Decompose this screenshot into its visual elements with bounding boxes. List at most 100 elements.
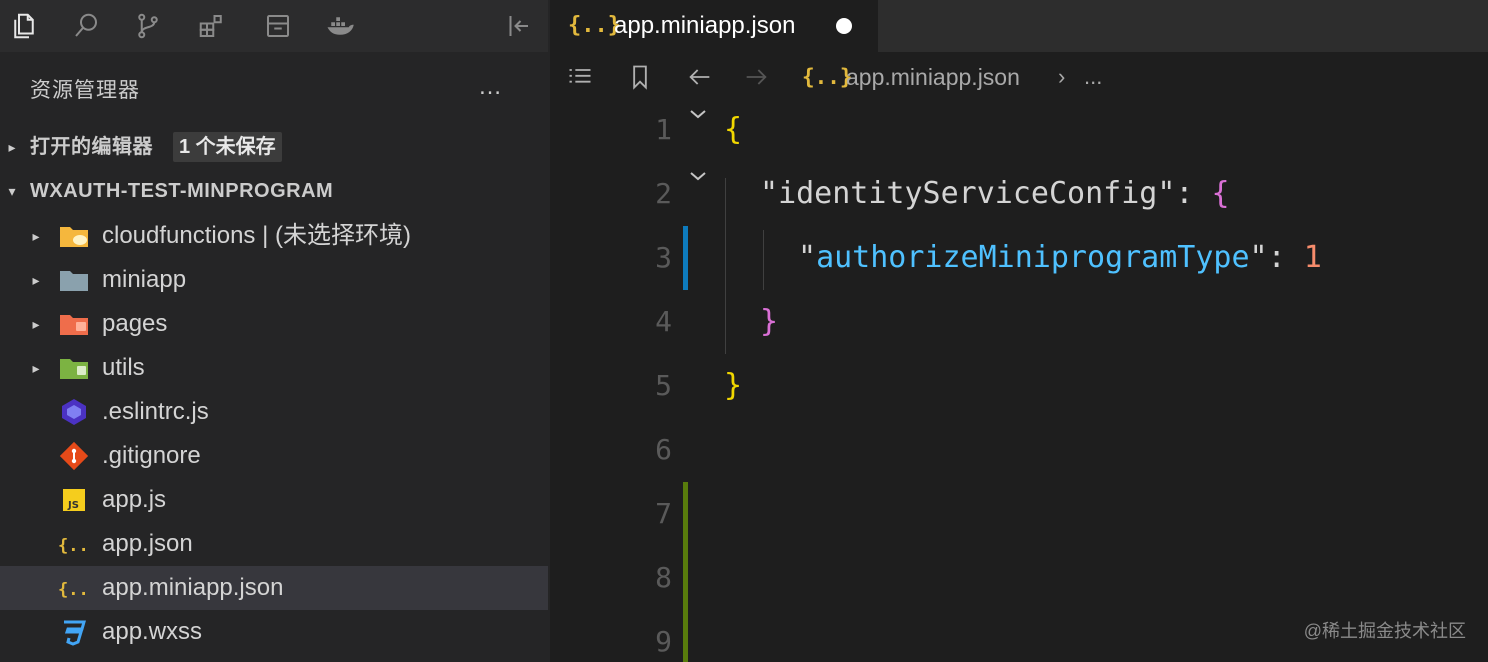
tree-item-gitignore[interactable]: .gitignore	[0, 434, 548, 478]
tree-item-label: app.json	[102, 530, 193, 557]
json-key: authorizeMiniprogramType	[816, 240, 1250, 275]
line-number: 6	[655, 433, 672, 466]
editor: {..} app.miniapp.json {..} app.miniapp.j…	[550, 0, 1488, 662]
chevron-right-icon: ▸	[32, 227, 40, 244]
workspace-label: WXAUTH-TEST-MINPROGRAM	[30, 180, 334, 202]
json-file-icon: {..}	[58, 529, 90, 559]
chevron-right-icon: ▸	[32, 315, 40, 332]
code-text: }	[760, 304, 779, 339]
pages-folder-icon	[58, 309, 90, 339]
line-number: 4	[655, 305, 672, 338]
tree-item-label: miniapp	[102, 266, 187, 293]
line-number: 3	[655, 241, 672, 274]
chevron-right-icon: ›	[1058, 64, 1066, 89]
tree-item-cloudfunctions[interactable]: ▸ cloudfunctions | (未选择环境)	[0, 214, 548, 258]
json-number: 1	[1303, 240, 1322, 275]
chevron-right-icon: ▸	[32, 359, 40, 376]
tree-item-miniapp[interactable]: ▸ miniapp	[0, 258, 548, 302]
more-actions-button[interactable]: …	[478, 72, 504, 102]
explorer-icon[interactable]	[4, 6, 44, 46]
activity-bar	[0, 0, 548, 52]
tree-item-app-wxss[interactable]: app.wxss	[0, 610, 548, 654]
code-line: 3 "authorizeMiniprogramType": 1	[550, 226, 1488, 290]
tree-item-eslintrc[interactable]: .eslintrc.js	[0, 390, 548, 434]
extensions-icon[interactable]	[192, 6, 232, 46]
fold-chevron-icon[interactable]	[686, 164, 710, 188]
code-text: "identityServiceConfig": {	[760, 176, 1230, 211]
tab-app-miniapp-json[interactable]: {..} app.miniapp.json	[550, 0, 878, 52]
line-number: 7	[655, 497, 672, 530]
js-file-icon: JS	[58, 485, 90, 515]
sidebar: 资源管理器 … ▸ 打开的编辑器 1 个未保存 ▾ WXAUTH-TEST-MI…	[0, 0, 548, 662]
code-line: 6	[550, 418, 1488, 482]
tree-item-app-js[interactable]: JS app.js	[0, 478, 548, 522]
tree-item-label: app.miniapp.json	[102, 574, 284, 601]
tree-item-pages[interactable]: ▸ pages	[0, 302, 548, 346]
explorer-title: 资源管理器	[30, 79, 140, 102]
code-line: 1 {	[550, 98, 1488, 162]
code-line: 5 }	[550, 354, 1488, 418]
tree-item-label: .gitignore	[102, 442, 201, 469]
workspace-section[interactable]: ▾ WXAUTH-TEST-MINPROGRAM	[0, 170, 548, 212]
line-number: 8	[655, 561, 672, 594]
remote-explorer-icon[interactable]	[258, 6, 298, 46]
svg-text:JS: JS	[67, 500, 79, 511]
line-number: 9	[655, 625, 672, 658]
svg-text:{..}: {..}	[58, 536, 90, 556]
code-text: }	[724, 368, 743, 403]
utils-folder-icon	[58, 353, 90, 383]
docker-icon[interactable]	[320, 6, 360, 46]
chevron-right-icon: ▸	[8, 138, 16, 155]
open-editors-label: 打开的编辑器	[30, 136, 153, 158]
eslint-icon	[58, 397, 90, 427]
list-icon[interactable]	[562, 60, 598, 94]
tree-item-label: app.wxss	[102, 618, 203, 645]
code-text: "authorizeMiniprogramType": 1	[798, 240, 1322, 275]
search-icon[interactable]	[66, 6, 106, 46]
open-editors-section[interactable]: ▸ 打开的编辑器 1 个未保存	[0, 126, 548, 168]
json-brace: {	[1211, 176, 1230, 211]
tree-item-label: .eslintrc.js	[102, 398, 209, 425]
code-line: 2 "identityServiceConfig": {	[550, 162, 1488, 226]
code-line: 8	[550, 546, 1488, 610]
tab-label: app.miniapp.json	[614, 12, 796, 39]
code-line: 7	[550, 482, 1488, 546]
line-number: 1	[655, 113, 672, 146]
tree-item-label: pages	[102, 310, 168, 337]
chevron-right-icon: ▸	[32, 271, 40, 288]
tree-item-utils[interactable]: ▸ utils	[0, 346, 548, 390]
json-key: identityServiceConfig	[778, 176, 1158, 211]
unsaved-dot-icon[interactable]	[836, 18, 852, 34]
bookmark-icon[interactable]	[622, 60, 658, 94]
forward-arrow-icon[interactable]	[738, 60, 774, 94]
unsaved-badge: 1 个未保存	[173, 132, 282, 162]
breadcrumb-file[interactable]: app.miniapp.json	[846, 60, 1020, 94]
code-area[interactable]: 1 { 2 "identityServiceConfig": { 3 "auth…	[550, 98, 1488, 662]
fold-chevron-icon[interactable]	[686, 102, 710, 126]
line-number: 2	[655, 177, 672, 210]
tree-item-label: app.js	[102, 486, 167, 513]
vscode-window: 资源管理器 … ▸ 打开的编辑器 1 个未保存 ▾ WXAUTH-TEST-MI…	[0, 0, 1488, 662]
chevron-down-icon: ▾	[8, 182, 16, 199]
json-file-icon: {..}	[58, 573, 90, 603]
source-control-icon[interactable]	[128, 6, 168, 46]
code-text: {	[724, 112, 743, 147]
cloud-folder-icon	[58, 221, 90, 251]
collapse-panel-icon[interactable]	[498, 6, 538, 46]
git-icon	[58, 441, 90, 471]
css-file-icon	[58, 617, 90, 647]
editor-toolbar: {..} app.miniapp.json › ...	[550, 52, 1488, 102]
tree-item-label: utils	[102, 354, 145, 381]
back-arrow-icon[interactable]	[682, 60, 718, 94]
code-line: 4 }	[550, 290, 1488, 354]
line-number: 5	[655, 369, 672, 402]
json-file-icon: {..}	[802, 65, 853, 89]
watermark: @稀土掘金技术社区	[1303, 621, 1466, 641]
tab-bar: {..} app.miniapp.json	[550, 0, 1488, 52]
tree-item-label: cloudfunctions | (未选择环境)	[102, 222, 411, 249]
svg-text:{..}: {..}	[58, 580, 90, 600]
breadcrumb-more[interactable]: ...	[1084, 60, 1102, 94]
file-tree: ▸ cloudfunctions | (未选择环境) ▸ miniapp ▸ p…	[0, 214, 548, 654]
tree-item-app-miniapp-json[interactable]: {..} app.miniapp.json	[0, 566, 548, 610]
tree-item-app-json[interactable]: {..} app.json	[0, 522, 548, 566]
